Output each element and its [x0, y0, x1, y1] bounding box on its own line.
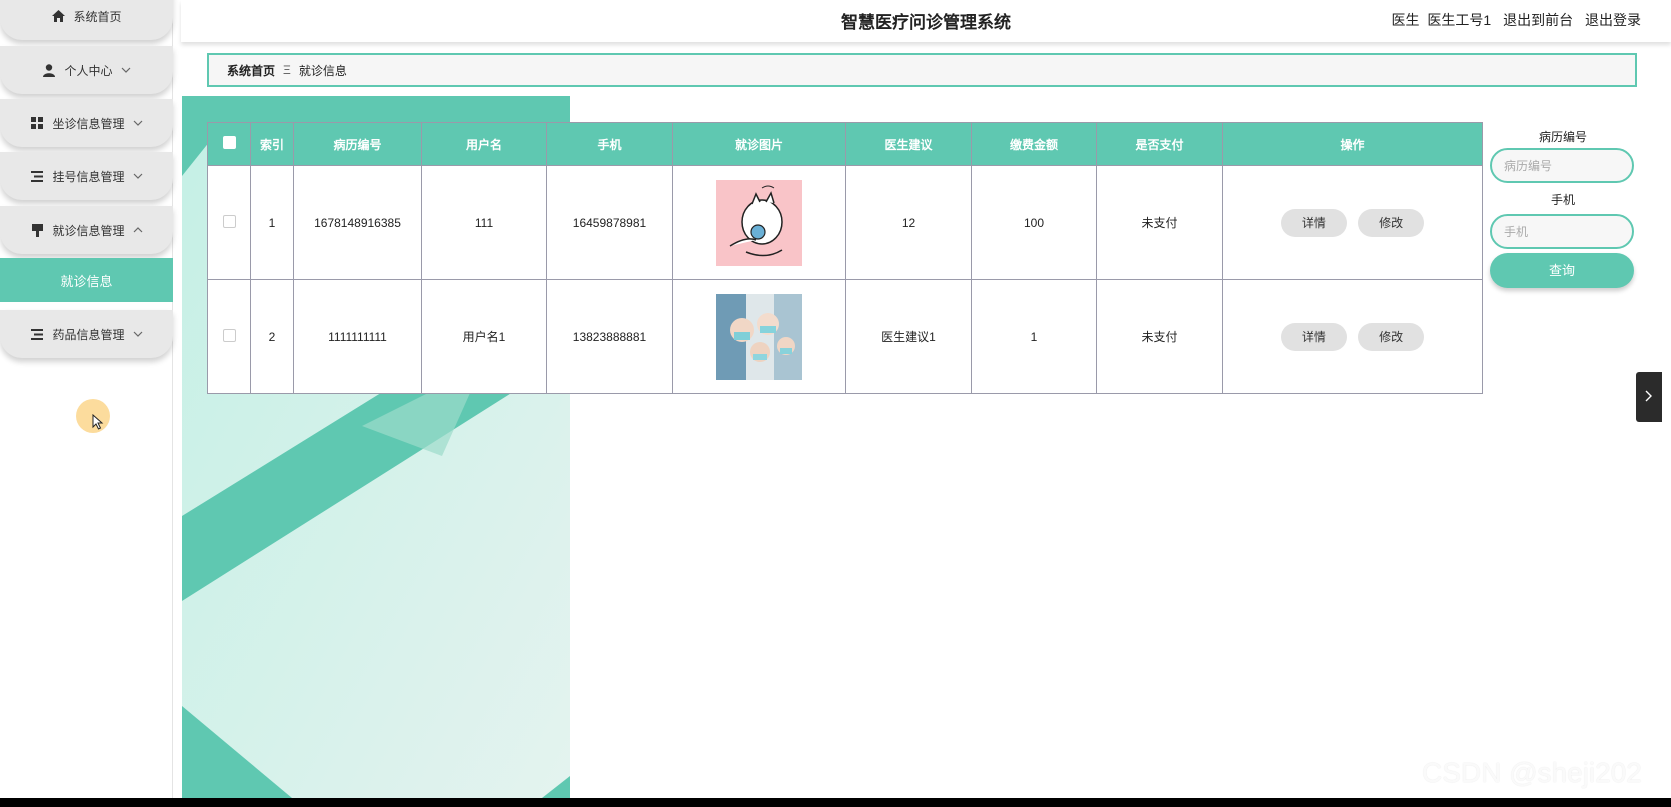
- phone-input[interactable]: [1490, 214, 1634, 249]
- cell-advice: 医生建议1: [845, 279, 972, 394]
- col-header: 医生建议: [845, 122, 972, 166]
- right-collapse-tab[interactable]: [1636, 372, 1662, 422]
- medical-team-photo[interactable]: [716, 293, 802, 380]
- cell-record-no: 1111111111: [293, 279, 422, 394]
- sidebar-item-label: 就诊信息管理: [52, 223, 125, 238]
- cell-actions: 详情 修改: [1222, 279, 1483, 394]
- edit-button[interactable]: 修改: [1358, 208, 1425, 237]
- cell-advice: 12: [845, 165, 972, 280]
- sidebar-item-visit-management[interactable]: 就诊信息管理: [0, 206, 173, 254]
- cell-paid: 未支付: [1096, 165, 1223, 280]
- flag-icon: [30, 223, 44, 237]
- phone-label: 手机: [1550, 193, 1575, 207]
- cell-image: [672, 279, 846, 394]
- search-panel: 病历编号 手机 查询: [1490, 128, 1636, 288]
- top-header: 智慧医疗问诊管理系统 医生 医生工号1 退出到前台 退出登录: [181, 0, 1671, 42]
- table-row: 2 1111111111 用户名1 13823888881 医生建议1 1 未支…: [207, 279, 1483, 394]
- user-name: 医生工号1: [1427, 12, 1492, 28]
- header-user-area: 医生 医生工号1 退出到前台 退出登录: [1384, 10, 1641, 30]
- col-header: 索引: [250, 122, 294, 166]
- cell-index: 1: [250, 165, 294, 280]
- cell-paid: 未支付: [1096, 279, 1223, 394]
- col-header: 是否支付: [1096, 122, 1223, 166]
- sidebar-item-label: 系统首页: [73, 9, 122, 24]
- home-icon: [51, 9, 65, 23]
- row-select-cell: [207, 279, 251, 394]
- col-header: 操作: [1222, 122, 1483, 166]
- col-header: 就诊图片: [672, 122, 846, 166]
- watermark: CSDN @sheji202: [1422, 757, 1642, 788]
- cell-image: [672, 165, 846, 280]
- col-header: 用户名: [421, 122, 547, 166]
- breadcrumb: 系统首页 Ξ 就诊信息: [207, 53, 1637, 87]
- sidebar-item-medicine[interactable]: 药品信息管理: [0, 310, 173, 358]
- table-row: 1 1678148916385 111 16459878981 12 100 未…: [207, 165, 1483, 280]
- chevron-right-icon: [1645, 389, 1653, 405]
- detail-button[interactable]: 详情: [1280, 208, 1347, 237]
- chevron-down-icon: [133, 117, 143, 129]
- breadcrumb-current: 就诊信息: [298, 63, 347, 78]
- record-no-label: 病历编号: [1538, 130, 1587, 144]
- sidebar-item-label: 坐诊信息管理: [52, 116, 125, 131]
- cell-index: 2: [250, 279, 294, 394]
- row-checkbox[interactable]: [222, 328, 236, 342]
- submenu-item-label: 就诊信息: [60, 273, 113, 289]
- row-select-cell: [207, 165, 251, 280]
- row-checkbox[interactable]: [222, 214, 236, 228]
- col-header: 缴费金额: [971, 122, 1097, 166]
- app-window: 系统首页 个人中心 坐诊信息管理 挂号信息管理 就诊信息管理 就诊信息 药品信息…: [0, 0, 1671, 798]
- list-icon: [30, 327, 44, 341]
- cell-amount: 100: [971, 165, 1097, 280]
- sidebar-item-label: 挂号信息管理: [52, 169, 125, 184]
- list-icon: [30, 169, 44, 183]
- user-icon: [42, 63, 56, 77]
- select-all-cell: [207, 122, 251, 166]
- sidebar-item-registration[interactable]: 挂号信息管理: [0, 152, 173, 200]
- record-no-input[interactable]: [1490, 148, 1634, 183]
- cell-username: 用户名1: [421, 279, 547, 394]
- sidebar-item-clinic-info[interactable]: 坐诊信息管理: [0, 99, 173, 147]
- sidebar: 系统首页 个人中心 坐诊信息管理 挂号信息管理 就诊信息管理 就诊信息 药品信息…: [0, 0, 173, 798]
- col-header: 手机: [546, 122, 673, 166]
- select-all-checkbox[interactable]: [222, 136, 236, 149]
- logout-link[interactable]: 退出登录: [1585, 12, 1641, 28]
- submenu-item-visit-info[interactable]: 就诊信息: [0, 258, 173, 302]
- chevron-down-icon: [133, 328, 143, 340]
- sidebar-item-label: 个人中心: [64, 63, 113, 78]
- cell-phone: 16459878981: [546, 165, 673, 280]
- breadcrumb-home[interactable]: 系统首页: [227, 62, 275, 79]
- chevron-down-icon: [121, 64, 131, 76]
- user-role: 医生: [1391, 12, 1420, 28]
- chevron-up-icon: [133, 224, 143, 236]
- exit-to-front-link[interactable]: 退出到前台: [1503, 12, 1573, 28]
- cell-username: 111: [421, 165, 547, 280]
- mouse-cursor-icon: [92, 414, 104, 430]
- sidebar-item-personal-center[interactable]: 个人中心: [0, 46, 173, 94]
- visit-info-table: 索引 病历编号 用户名 手机 就诊图片 医生建议 缴费金额 是否支付 操作 1 …: [207, 122, 1483, 394]
- sidebar-item-home[interactable]: 系统首页: [0, 0, 173, 40]
- cat-sticker-image[interactable]: [716, 179, 802, 266]
- detail-button[interactable]: 详情: [1280, 322, 1347, 351]
- cell-phone: 13823888881: [546, 279, 673, 394]
- breadcrumb-separator: Ξ: [283, 63, 291, 77]
- col-header: 病历编号: [293, 122, 422, 166]
- cell-amount: 1: [971, 279, 1097, 394]
- search-button[interactable]: 查询: [1490, 253, 1634, 288]
- edit-button[interactable]: 修改: [1358, 322, 1425, 351]
- grid-icon: [30, 116, 44, 130]
- cell-actions: 详情 修改: [1222, 165, 1483, 280]
- table-header-row: 索引 病历编号 用户名 手机 就诊图片 医生建议 缴费金额 是否支付 操作: [207, 122, 1483, 166]
- cell-record-no: 1678148916385: [293, 165, 422, 280]
- chevron-down-icon: [133, 170, 143, 182]
- sidebar-item-label: 药品信息管理: [52, 327, 125, 342]
